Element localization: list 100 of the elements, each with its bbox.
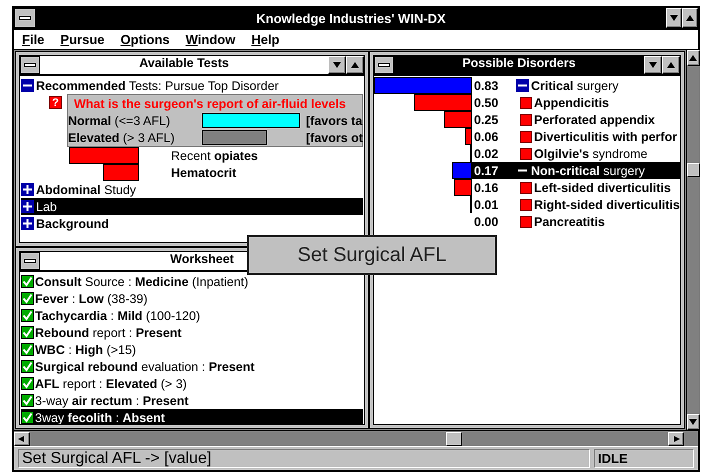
disorder-icon [520,216,532,228]
probability-score: 0.02 [473,146,500,160]
probability-score: 0.01 [473,198,500,212]
status-state: IDLE [594,449,694,468]
menu-item[interactable]: Window [186,32,236,47]
system-menu-icon [19,16,31,20]
disorder-icon [520,114,532,126]
disorder-icon [520,198,532,210]
menu-item[interactable]: Help [251,32,280,47]
panel-title: Possible Disorders [462,56,576,72]
disorder-row[interactable]: 0.50 Appendicitis [374,94,680,111]
question-icon: ? [49,96,62,109]
worksheet-item[interactable]: Consult Source : Medicine (Inpatient) [21,273,363,290]
up-arrow-icon [686,15,694,21]
checkbox[interactable] [21,360,34,373]
up-arrow-icon [351,62,359,68]
worksheet-item[interactable]: AFL report : Elevated (> 3) [21,375,363,392]
menu-item[interactable]: File [22,32,44,47]
checkbox[interactable] [21,377,34,390]
worksheet-item[interactable]: Surgical rebound evaluation : Present [21,358,363,375]
probability-score: 0.06 [473,130,500,144]
menu-item[interactable]: Options [120,32,170,47]
right-arrow-icon [672,436,680,442]
minimize-button[interactable] [666,8,682,28]
expand-icon[interactable] [21,200,34,213]
checkbox[interactable] [21,394,34,407]
tree-item[interactable]: Background [21,215,363,232]
tree-item[interactable]: Abdominal Study [21,181,363,198]
worksheet-item[interactable]: WBC : High (>15) [21,341,363,358]
disorder-row[interactable]: 0.16 Left-sided diverticulitis [374,179,680,196]
worksheet-item[interactable]: Fever : Low (38-39) [21,290,363,307]
worksheet-item[interactable]: 3way fecolith : Absent [21,409,363,424]
disorder-icon [520,96,532,108]
checkbox[interactable] [21,411,34,424]
checkbox[interactable] [21,343,34,356]
down-arrow-icon [333,62,341,68]
disorder-name: Non-critical surgery [531,164,645,178]
probability-score: 0.17 [473,164,500,178]
disorder-row[interactable]: 0.06 Diverticulitis with perfor [374,128,680,145]
disorder-icon [520,182,532,194]
disorder-row[interactable]: 0.83 Critical surgery [374,77,680,94]
probability-score: 0.50 [473,96,500,110]
worksheet-item[interactable]: 3-way air rectum : Present [21,392,363,409]
expand-icon[interactable] [21,183,34,196]
tree-item[interactable]: Lab [21,198,363,215]
vertical-scrollbar[interactable] [686,50,700,430]
system-menu-icon [24,259,36,263]
disorder-row[interactable]: 0.25 Perforated appendix [374,111,680,128]
maximize-button[interactable] [346,56,364,74]
panel-title: Available Tests [139,56,229,72]
disorder-name: Olgilvie's syndrome [534,146,648,160]
checkbox[interactable] [21,275,34,288]
disorder-name: Pancreatitis [534,214,605,228]
system-menu-icon [24,63,36,67]
collapse-icon[interactable] [516,79,529,92]
maximize-button[interactable] [662,56,680,74]
answer-option[interactable]: Elevated (> 3 AFL) [68,130,202,144]
disorder-name: Appendicitis [534,96,610,110]
worksheet-item[interactable]: Tachycardia : Mild (100-120) [21,307,363,324]
worksheet-item[interactable]: Rebound report : Present [21,324,363,341]
expand-icon[interactable] [21,217,34,230]
disorder-name: Right-sided diverticulitis [534,198,680,212]
answer-note: [favors ta [306,114,362,128]
probability-score: 0.16 [473,180,500,194]
maximize-button[interactable] [682,8,698,28]
checkbox[interactable] [21,309,34,322]
checkbox[interactable] [21,292,34,305]
menu-item[interactable]: Pursue [60,32,104,47]
up-arrow-icon [666,62,675,68]
disorder-icon [520,130,532,142]
disorder-name: Perforated appendix [534,112,655,126]
disorder-row[interactable]: 0.02 Olgilvie's syndrome [374,145,680,162]
window-title: Knowledge Industries' WIN-DX [255,10,447,26]
answer-note: [favors ot [306,130,363,144]
left-arrow-icon [18,436,26,442]
minimize-button[interactable] [644,56,662,74]
down-arrow-icon [689,419,698,425]
answer-option[interactable]: Normal (<=3 AFL) [68,114,202,128]
evidence-label: Hematocrit [171,166,236,180]
checkbox[interactable] [21,326,34,339]
disorder-row[interactable]: 0.00 Pancreatitis [374,213,680,230]
disorder-icon [520,148,532,160]
minimize-button[interactable] [328,56,346,74]
probability-score: 0.25 [473,112,500,126]
scroll-thumb[interactable] [446,432,462,446]
disorder-row[interactable]: 0.17 Non-critical surgery [374,162,680,179]
tree-item[interactable]: Recommended Tests: Pursue Top Disorder [21,77,363,94]
tooltip: Set Surgical AFL [247,235,497,275]
horizontal-scrollbar[interactable] [14,430,698,446]
disorder-name: Left-sided diverticulitis [534,180,671,194]
probability-score: 0.00 [473,214,500,228]
question-text: What is the surgeon's report of air-fluid levels [74,96,346,110]
up-arrow-icon [689,55,698,61]
disorder-name: Critical surgery [531,78,619,92]
system-menu-icon [378,63,390,67]
scroll-thumb[interactable] [686,163,700,177]
probability-score: 0.83 [473,78,500,92]
disorder-row[interactable]: 0.01 Right-sided diverticulitis [374,196,680,213]
down-arrow-icon [648,62,657,68]
collapse-icon[interactable] [21,79,34,92]
